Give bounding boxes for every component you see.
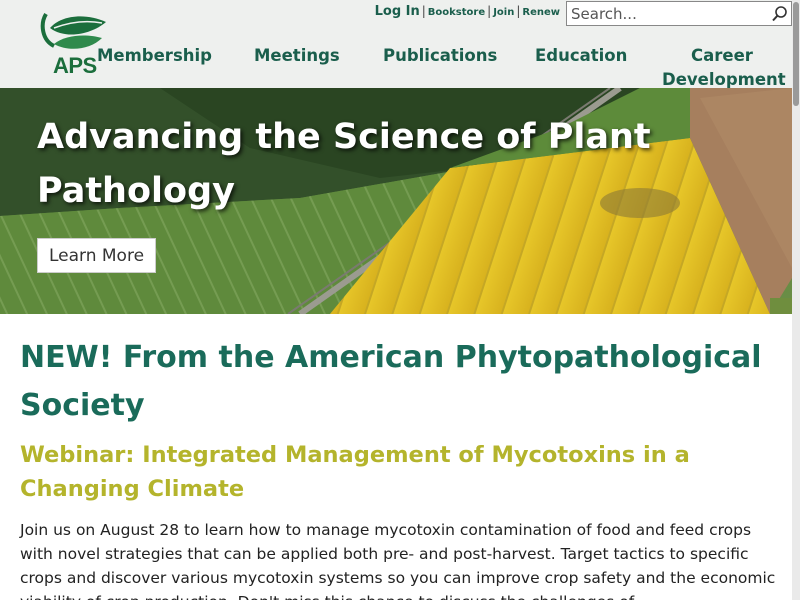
- nav-career-line1: Career: [691, 46, 753, 65]
- join-link[interactable]: Join: [493, 7, 514, 18]
- section-heading: NEW! From the American Phytopathological…: [20, 340, 762, 423]
- webinar-description: Join us on August 28 to learn how to man…: [20, 521, 776, 600]
- site-header: APS Log In | Bookstore | Join | Renew Me…: [0, 0, 792, 89]
- login-link[interactable]: Log In: [375, 4, 420, 19]
- nav-publications[interactable]: Publications: [383, 44, 497, 68]
- nav-membership[interactable]: Membership: [97, 44, 212, 68]
- nav-meetings[interactable]: Meetings: [254, 44, 340, 68]
- scrollbar-thumb[interactable]: [793, 2, 799, 106]
- separator: |: [516, 4, 521, 18]
- vertical-scrollbar[interactable]: [792, 0, 800, 600]
- logo-text: APS: [53, 53, 97, 78]
- main-content: NEW! From the American Phytopathological…: [20, 334, 780, 600]
- hero-title: Advancing the Science of Plant Pathology: [37, 117, 651, 211]
- utility-links: Log In | Bookstore | Join | Renew: [375, 4, 560, 19]
- nav-career-development[interactable]: Career Development: [662, 44, 786, 92]
- search-input[interactable]: [567, 2, 763, 25]
- nav-education[interactable]: Education: [535, 44, 627, 68]
- webinar-title-link[interactable]: Webinar: Integrated Management of Mycoto…: [20, 438, 780, 506]
- renew-link[interactable]: Renew: [522, 7, 560, 18]
- search-button[interactable]: [771, 5, 789, 23]
- hero-banner: Advancing the Science of Plant Pathology…: [0, 88, 792, 314]
- bookstore-link[interactable]: Bookstore: [428, 7, 485, 18]
- separator: |: [487, 4, 492, 18]
- learn-more-button[interactable]: Learn More: [37, 238, 156, 273]
- search-box: [566, 1, 792, 26]
- separator: |: [421, 4, 426, 18]
- magnifier-icon: [772, 6, 787, 22]
